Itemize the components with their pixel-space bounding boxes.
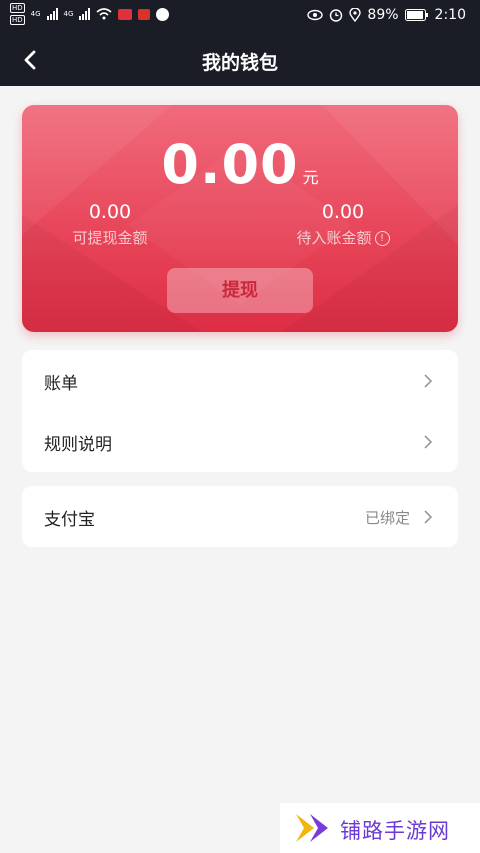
list-item-label: 支付宝 bbox=[44, 510, 95, 530]
signal-icon bbox=[46, 8, 58, 20]
app-notification-icon bbox=[156, 7, 170, 21]
hd-badge: HD bbox=[10, 15, 25, 25]
balance-value: 0.00 bbox=[161, 133, 299, 196]
app-notification-icon bbox=[118, 8, 133, 20]
info-icon[interactable]: ! bbox=[374, 231, 390, 246]
chevron-right-icon bbox=[424, 374, 433, 388]
hd-badge: HD bbox=[10, 3, 25, 13]
eye-icon bbox=[307, 9, 324, 21]
list-item-label: 账单 bbox=[44, 374, 78, 394]
wallet-card: 0.00 元 0.00 可提现金额 0.00 待入账金额! 提现 bbox=[22, 105, 458, 332]
pending-value: 0.00 bbox=[321, 201, 365, 223]
pending-label-row: 待入账金额! bbox=[243, 227, 443, 248]
watermark-logo-icon bbox=[296, 814, 328, 842]
status-right: 89% 2:10 bbox=[307, 7, 466, 23]
battery-percent: 89% bbox=[367, 7, 399, 23]
bind-status: 已绑定 bbox=[364, 509, 410, 527]
signal-icon bbox=[79, 8, 91, 20]
pending-label: 待入账金额 bbox=[296, 229, 372, 247]
list-item-rules[interactable]: 规则说明 bbox=[22, 411, 458, 472]
status-left: HD HD 4G 4G bbox=[10, 3, 170, 25]
page-title: 我的钱包 bbox=[201, 52, 278, 74]
list-item-bill[interactable]: 账单 bbox=[22, 350, 458, 411]
alarm-icon bbox=[330, 9, 343, 22]
list-item-alipay[interactable]: 支付宝 已绑定 bbox=[22, 486, 458, 547]
pending-block: 0.00 待入账金额! bbox=[243, 201, 443, 248]
chevron-right-icon bbox=[424, 510, 433, 524]
network-type: 4G bbox=[30, 10, 41, 18]
watermark-text: 铺路手游网 bbox=[340, 819, 450, 843]
clock: 2:10 bbox=[434, 7, 466, 23]
app-notification-icon bbox=[138, 8, 151, 20]
location-icon bbox=[349, 8, 362, 22]
network-type: 4G bbox=[63, 10, 74, 18]
withdrawable-block: 0.00 可提现金额 bbox=[22, 201, 210, 248]
withdraw-button[interactable]: 提现 bbox=[167, 268, 313, 313]
balance-amount: 0.00 元 bbox=[22, 133, 458, 196]
withdrawable-value: 0.00 bbox=[88, 201, 132, 223]
withdrawable-label: 可提现金额 bbox=[72, 229, 148, 247]
watermark: 铺路手游网 bbox=[280, 803, 480, 853]
list-item-label: 规则说明 bbox=[44, 435, 112, 455]
status-bar: HD HD 4G 4G 89% 2:10 bbox=[0, 0, 480, 34]
balance-unit: 元 bbox=[302, 168, 319, 187]
battery-icon bbox=[404, 9, 428, 21]
chevron-right-icon bbox=[424, 435, 433, 449]
wifi-icon bbox=[96, 8, 112, 20]
nav-bar: 我的钱包 bbox=[0, 34, 480, 86]
menu-panel: 账单 规则说明 bbox=[22, 350, 458, 472]
payment-panel: 支付宝 已绑定 bbox=[22, 486, 458, 547]
